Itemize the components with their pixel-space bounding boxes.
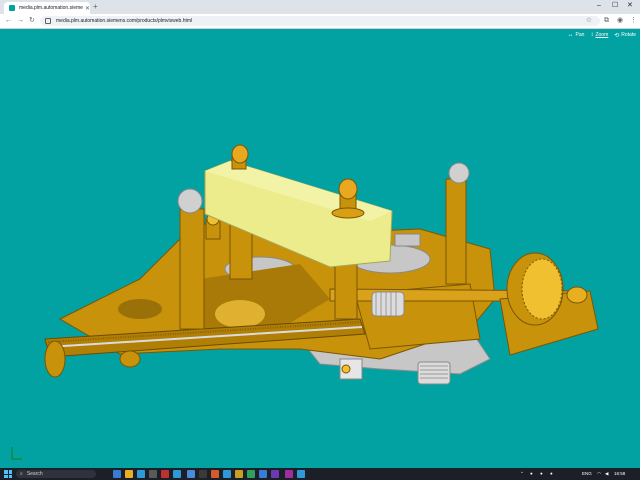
taskbar-clock[interactable]: 16:58 — [614, 470, 625, 478]
search-icon: ⌕ — [20, 471, 23, 477]
volume-icon[interactable]: ◀ — [605, 470, 608, 478]
profile-icon[interactable]: ◉ — [617, 16, 623, 26]
handle-knob — [119, 350, 141, 368]
taskbar-app-icon[interactable] — [173, 470, 181, 478]
micrometer-dial — [521, 258, 563, 320]
extensions-icon[interactable]: ⧉ — [604, 16, 609, 26]
address-bar[interactable]: media.plm.automation.siemens.com/product… — [40, 16, 600, 26]
zoom-label: Zoom — [595, 32, 609, 38]
tab-close-icon[interactable]: ✕ — [85, 5, 90, 12]
forward-icon[interactable]: → — [17, 16, 24, 26]
right-post — [445, 178, 467, 285]
minimize-button[interactable]: – — [597, 1, 601, 11]
taskbar-app-icon[interactable] — [113, 470, 121, 478]
file-explorer-icon[interactable] — [125, 470, 133, 478]
left-post — [179, 208, 205, 330]
bookmark-star-icon[interactable]: ☆ — [586, 16, 592, 26]
edge-icon[interactable] — [137, 470, 145, 478]
pan-label: Pan — [575, 32, 585, 38]
frame-cutout — [118, 299, 162, 319]
taskbar-app-icon[interactable] — [235, 470, 243, 478]
taskbar-app-icon[interactable] — [161, 470, 169, 478]
axis-triad-icon — [11, 447, 22, 460]
close-window-button[interactable]: ✕ — [627, 1, 633, 11]
spring-lower — [417, 361, 451, 385]
menu-icon[interactable]: ⋮ — [630, 16, 637, 26]
start-button[interactable] — [4, 470, 12, 478]
tray-app-icon[interactable]: ● — [530, 470, 533, 478]
taskbar-app-icon[interactable] — [247, 470, 255, 478]
spring-upper — [371, 291, 405, 317]
rotate-label: Rotate — [621, 32, 636, 38]
browser-tab-strip: media.plm.automation.siemens... ✕ + – ☐ … — [0, 0, 640, 14]
finial-center-cap — [338, 178, 358, 200]
search-label: Search — [26, 471, 43, 477]
zoom-button[interactable]: ↕ Zoom — [590, 32, 608, 38]
arc-end-cap — [44, 340, 66, 378]
sextant-model[interactable] — [0, 29, 640, 468]
browser-toolbar: ← → ↻ media.plm.automation.siemens.com/p… — [0, 14, 640, 29]
taskbar-app-icon[interactable] — [285, 470, 293, 478]
favicon-icon — [9, 5, 15, 11]
taskbar-app-icon[interactable] — [259, 470, 267, 478]
site-info-icon[interactable] — [45, 18, 51, 24]
url-text: media.plm.automation.siemens.com/product… — [56, 18, 193, 24]
taskbar-app-icon[interactable] — [271, 470, 279, 478]
back-icon[interactable]: ← — [5, 16, 12, 26]
drum-knob — [566, 286, 588, 304]
rotate-icon: ⟲ — [614, 32, 620, 39]
finial-left-cap — [231, 144, 249, 164]
mirror-bell — [215, 300, 265, 328]
taskbar-app-icon[interactable] — [211, 470, 219, 478]
wifi-icon[interactable]: ◠ — [597, 470, 601, 478]
chrome-icon[interactable] — [187, 470, 195, 478]
tray-chevron-icon[interactable]: ⌃ — [520, 470, 524, 478]
taskbar-app-icon[interactable] — [199, 470, 207, 478]
tray-app-icon[interactable]: ● — [550, 470, 553, 478]
left-post-ball — [177, 188, 203, 214]
taskbar: ⌕ Search ⌃ ● ● ● ENG ◠ ◀ 16:58 — [0, 468, 640, 480]
taskbar-app-icon[interactable] — [149, 470, 157, 478]
index-mirror — [394, 233, 421, 247]
maximize-button[interactable]: ☐ — [612, 1, 618, 11]
finial-center-base — [331, 207, 365, 219]
taskbar-app-icon[interactable] — [223, 470, 231, 478]
zoom-icon: ↕ — [590, 32, 594, 38]
tray-app-icon[interactable]: ● — [540, 470, 543, 478]
viewer-toolbar: ↔ Pan ↕ Zoom ⟲ Rotate — [568, 29, 636, 41]
reload-icon[interactable]: ↻ — [29, 16, 35, 26]
front-post — [334, 263, 358, 320]
new-tab-button[interactable]: + — [93, 2, 98, 12]
right-post-ball — [448, 162, 470, 184]
rotate-button[interactable]: ⟲ Rotate — [614, 32, 636, 39]
taskbar-search[interactable]: ⌕ Search — [16, 470, 96, 478]
taskbar-app-icon[interactable] — [297, 470, 305, 478]
pan-button[interactable]: ↔ Pan — [568, 32, 585, 38]
tab-title: media.plm.automation.siemens... — [19, 5, 83, 11]
browser-tab[interactable]: media.plm.automation.siemens... ✕ — [4, 2, 90, 14]
clamp-screw — [341, 364, 351, 374]
pan-icon: ↔ — [567, 32, 574, 38]
language-indicator[interactable]: ENG — [582, 470, 592, 478]
3d-viewer[interactable]: ↔ Pan ↕ Zoom ⟲ Rotate — [0, 29, 640, 468]
